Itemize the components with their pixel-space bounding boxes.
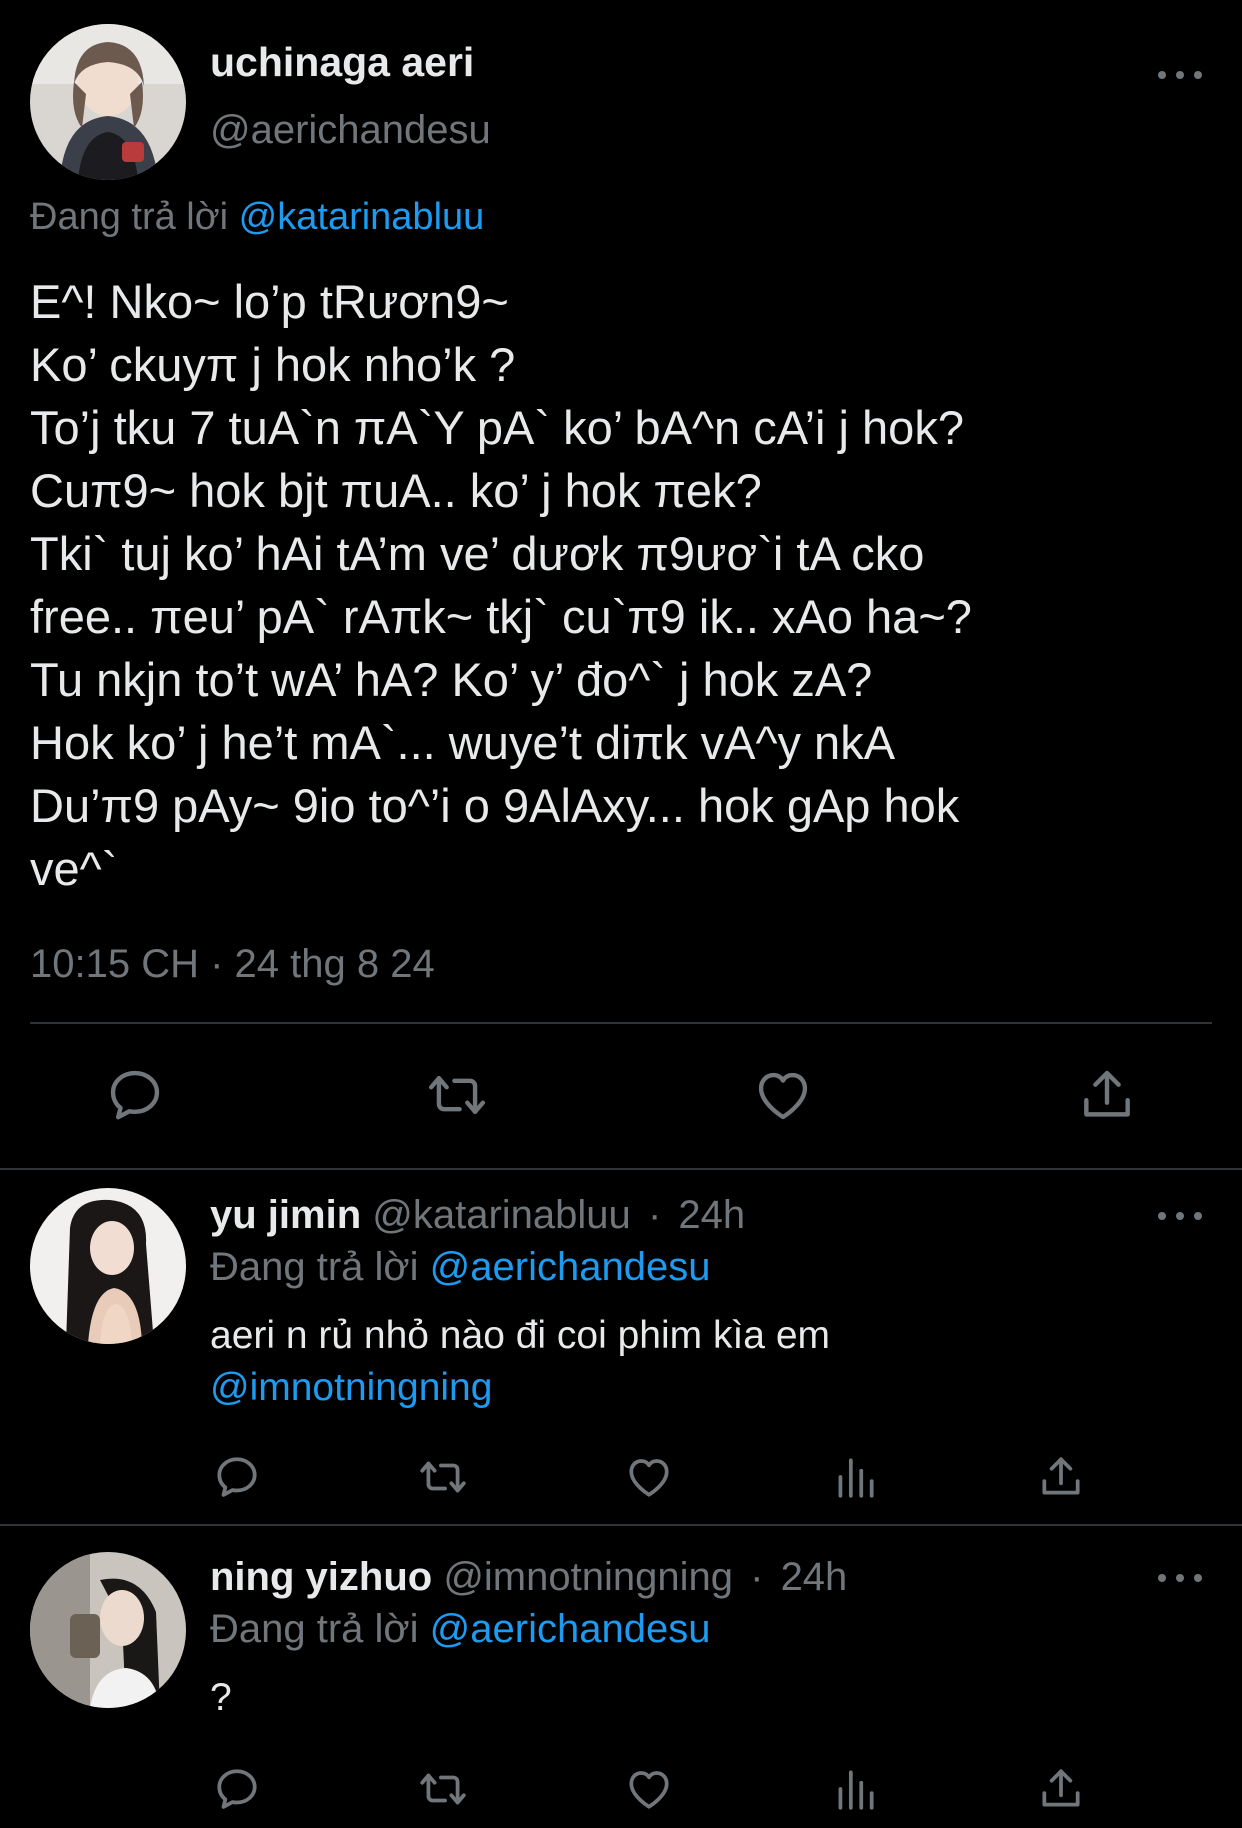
views-icon[interactable] bbox=[830, 1452, 880, 1502]
reply-icon[interactable] bbox=[212, 1452, 262, 1502]
like-icon[interactable] bbox=[624, 1764, 674, 1814]
avatar[interactable] bbox=[30, 1188, 186, 1344]
reply-icon[interactable] bbox=[212, 1764, 262, 1814]
reply-text: ? bbox=[210, 1676, 232, 1719]
tweet-text-line: Tu nkjn to’t wA’ hA? Ko’ y’ đo^` j hok z… bbox=[30, 653, 873, 706]
more-icon[interactable] bbox=[1158, 65, 1202, 85]
share-icon[interactable] bbox=[1036, 1452, 1086, 1502]
more-icon[interactable] bbox=[1158, 1206, 1202, 1226]
separator: · bbox=[647, 1193, 662, 1237]
separator: · bbox=[750, 1555, 764, 1599]
share-icon[interactable] bbox=[1036, 1764, 1086, 1814]
retweet-icon[interactable] bbox=[416, 1452, 470, 1502]
timestamp[interactable]: 10:15 CH · 24 thg 8 24 bbox=[30, 940, 435, 988]
replying-to: Đang trả lời @aerichandesu bbox=[210, 1604, 710, 1654]
tweet-text-line: Cuπ9~ hok bjt πuA.. ko’ j hok πek? bbox=[30, 464, 762, 517]
handle[interactable]: @imnotningning bbox=[443, 1555, 733, 1599]
handle[interactable]: @aerichandesu bbox=[210, 106, 491, 154]
tweet-text-line: Tki` tuj ko’ hAi tA’m ve’ dươk π9ươ`i tA… bbox=[30, 527, 925, 580]
display-name[interactable]: yu jimin bbox=[210, 1193, 361, 1237]
reply-header: ning yizhuo @imnotningning · 24h bbox=[210, 1552, 847, 1602]
tweet-text: E^! Nko~ lo’p tRươn9~ Ko’ ckuyπ j hok nh… bbox=[30, 270, 972, 900]
reply-text: aeri n rủ nhỏ nào đi coi phim kìa em @im… bbox=[210, 1310, 830, 1414]
tweet-text-line: Du’π9 pAy~ 9io to^’i o 9AlAxy... hok gAp… bbox=[30, 779, 960, 832]
share-icon[interactable] bbox=[1076, 1064, 1138, 1126]
tweet-text-line: Ko’ ckuyπ j hok nho’k ? bbox=[30, 338, 516, 391]
tweet-text-line: To’j tku 7 tuA`n πA`Y pA` ko’ bA^n cA’i … bbox=[30, 401, 964, 454]
display-name[interactable]: uchinaga aeri bbox=[210, 38, 474, 86]
mention-link[interactable]: @imnotningning bbox=[210, 1362, 830, 1414]
replying-to-link[interactable]: @aerichandesu bbox=[430, 1245, 711, 1289]
tweet-text-line: free.. πeu’ pA` rAπk~ tkj` cu`π9 ik.. xA… bbox=[30, 590, 972, 643]
reply-text-line: aeri n rủ nhỏ nào đi coi phim kìa em bbox=[210, 1314, 831, 1357]
divider bbox=[0, 1524, 1242, 1526]
divider bbox=[0, 1168, 1242, 1170]
replying-to: Đang trả lời @aerichandesu bbox=[210, 1242, 710, 1292]
avatar[interactable] bbox=[30, 24, 186, 180]
reply-icon[interactable] bbox=[104, 1064, 166, 1126]
avatar[interactable] bbox=[30, 1552, 186, 1708]
handle[interactable]: @katarinabluu bbox=[372, 1193, 631, 1237]
replying-prefix: Đang trả lời bbox=[210, 1607, 419, 1651]
tweet-text-line: E^! Nko~ lo’p tRươn9~ bbox=[30, 275, 509, 328]
tweet-text-line: ve^` bbox=[30, 842, 118, 895]
replying-prefix: Đang trả lời bbox=[30, 196, 229, 238]
reply-header: yu jimin @katarinabluu · 24h bbox=[210, 1190, 745, 1240]
divider bbox=[30, 1022, 1212, 1024]
time[interactable]: 24h bbox=[781, 1555, 848, 1599]
replying-prefix: Đang trả lời bbox=[210, 1245, 419, 1289]
display-name[interactable]: ning yizhuo bbox=[210, 1555, 432, 1599]
retweet-icon[interactable] bbox=[416, 1764, 470, 1814]
views-icon[interactable] bbox=[830, 1764, 880, 1814]
like-icon[interactable] bbox=[752, 1064, 814, 1126]
more-icon[interactable] bbox=[1158, 1568, 1202, 1588]
replying-to-link[interactable]: @katarinabluu bbox=[239, 196, 485, 238]
replying-to: Đang trả lời @katarinabluu bbox=[30, 194, 484, 240]
tweet-text-line: Hok ko’ j he’t mA`... wuye’t diπk vA^y n… bbox=[30, 716, 896, 769]
retweet-icon[interactable] bbox=[424, 1064, 490, 1126]
like-icon[interactable] bbox=[624, 1452, 674, 1502]
time[interactable]: 24h bbox=[678, 1193, 745, 1237]
replying-to-link[interactable]: @aerichandesu bbox=[430, 1607, 711, 1651]
